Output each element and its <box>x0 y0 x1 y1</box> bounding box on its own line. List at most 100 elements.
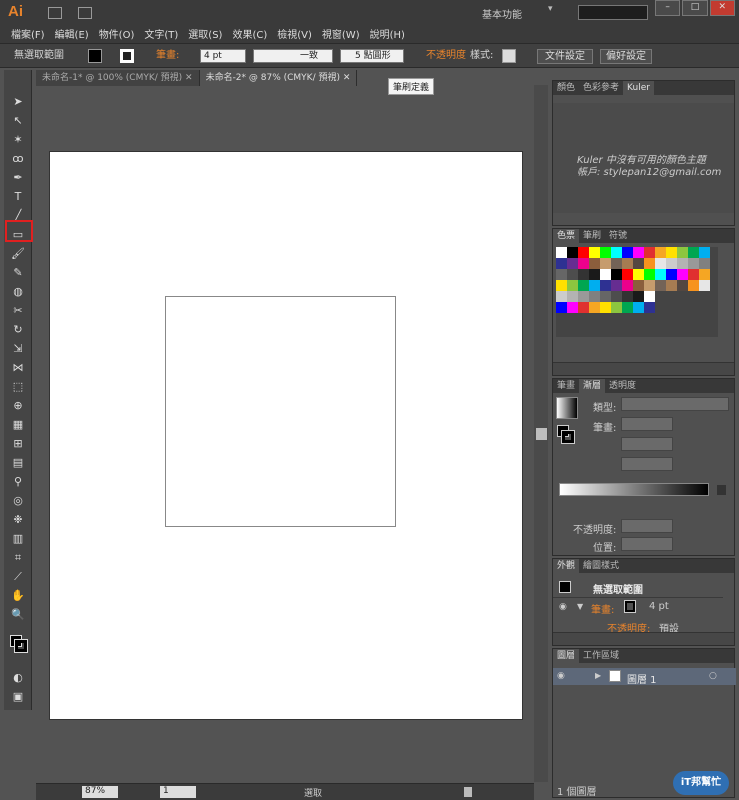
swatch[interactable] <box>567 280 578 291</box>
swatch[interactable] <box>644 269 655 280</box>
swatch[interactable] <box>666 258 677 269</box>
fill-swatch[interactable] <box>88 49 102 63</box>
opacity-label[interactable]: 不透明度 <box>426 48 466 64</box>
swatch[interactable] <box>611 258 622 269</box>
arrange-documents-icon[interactable] <box>78 7 92 19</box>
draw-mode-icon[interactable]: ◐ <box>10 670 26 686</box>
stroke-profile-dropdown[interactable]: 一致 <box>253 49 333 63</box>
swatch[interactable] <box>688 302 699 313</box>
zoom-tool-icon[interactable]: 🔍 <box>10 607 26 623</box>
appearance-stroke-swatch[interactable] <box>624 600 636 613</box>
artboard-number-field[interactable]: 1 <box>160 786 196 798</box>
tab-document-1[interactable]: 未命名-1* @ 100% (CMYK/ 預視) ✕ <box>36 70 200 86</box>
swatch[interactable] <box>677 280 688 291</box>
tab-symbols[interactable]: 符號 <box>605 229 631 243</box>
swatch[interactable] <box>633 302 644 313</box>
stroke-color-box[interactable] <box>14 639 28 653</box>
tab-brushes[interactable]: 筆刷 <box>579 229 605 243</box>
magic-wand-tool-icon[interactable]: ✶ <box>10 132 26 148</box>
rectangle-shape[interactable] <box>165 296 396 527</box>
workspace-switcher[interactable]: 基本功能 <box>482 6 542 21</box>
swatch[interactable] <box>611 302 622 313</box>
search-input[interactable] <box>578 5 648 20</box>
menu-edit[interactable]: 編輯(E) <box>50 26 94 41</box>
swatch[interactable] <box>633 269 644 280</box>
direct-selection-tool-icon[interactable]: ↖ <box>10 113 26 129</box>
swatch[interactable] <box>578 280 589 291</box>
document-setup-button[interactable]: 文件設定 <box>537 49 593 64</box>
swatch[interactable] <box>611 291 622 302</box>
swatch[interactable] <box>589 247 600 258</box>
swatch[interactable] <box>578 291 589 302</box>
swatch[interactable] <box>589 258 600 269</box>
swatch[interactable] <box>622 280 633 291</box>
style-swatch[interactable] <box>502 49 516 63</box>
swatch[interactable] <box>688 247 699 258</box>
bridge-icon[interactable] <box>48 7 62 19</box>
gradient-angle-field[interactable] <box>621 437 673 451</box>
swatch-grid[interactable] <box>556 247 718 337</box>
swatch[interactable] <box>600 302 611 313</box>
appearance-stroke-label[interactable]: 筆畫: <box>591 601 614 616</box>
menu-select[interactable]: 選取(S) <box>183 26 227 41</box>
selection-tool-icon[interactable]: ➤ <box>10 94 26 110</box>
gradient-opacity-field[interactable] <box>621 519 673 533</box>
preferences-button[interactable]: 偏好設定 <box>600 49 652 64</box>
swatch[interactable] <box>699 280 710 291</box>
swatch[interactable] <box>677 291 688 302</box>
swatch[interactable] <box>622 258 633 269</box>
scale-tool-icon[interactable]: ⇲ <box>10 341 26 357</box>
scrollbar-thumb[interactable] <box>536 428 547 440</box>
tab-appearance[interactable]: 外觀 <box>553 559 580 573</box>
tab-graphic-styles[interactable]: 繪圖樣式 <box>579 559 623 573</box>
slice-tool-icon[interactable]: ⟋ <box>10 569 26 585</box>
swatch[interactable] <box>677 269 688 280</box>
swatch[interactable] <box>589 280 600 291</box>
column-graph-tool-icon[interactable]: ▥ <box>10 531 26 547</box>
blob-brush-tool-icon[interactable]: ◍ <box>10 284 26 300</box>
tab-transparency[interactable]: 透明度 <box>605 379 640 393</box>
menu-type[interactable]: 文字(T) <box>139 26 183 41</box>
gradient-thumbnail[interactable] <box>556 397 578 419</box>
pen-tool-icon[interactable]: ✒ <box>10 170 26 186</box>
swatch[interactable] <box>611 280 622 291</box>
mesh-tool-icon[interactable]: ⊞ <box>10 436 26 452</box>
swatch[interactable] <box>567 247 578 258</box>
menu-object[interactable]: 物件(O) <box>94 26 140 41</box>
swatch[interactable] <box>589 291 600 302</box>
trash-icon[interactable] <box>717 485 726 495</box>
minimize-button[interactable]: – <box>655 0 681 16</box>
swatch[interactable] <box>600 247 611 258</box>
fill-stroke-stroke-box[interactable] <box>561 430 575 444</box>
swatch[interactable] <box>699 258 710 269</box>
swatch[interactable] <box>677 258 688 269</box>
gradient-tool-icon[interactable]: ▤ <box>10 455 26 471</box>
swatch[interactable] <box>688 269 699 280</box>
gradient-aspect-field[interactable] <box>621 457 673 471</box>
menu-file[interactable]: 檔案(F) <box>6 26 50 41</box>
brush-definition-dropdown[interactable]: 5 點圓形 <box>340 49 404 63</box>
type-tool-icon[interactable]: T <box>10 189 26 205</box>
swatch[interactable] <box>589 302 600 313</box>
horizontal-scroll-thumb[interactable] <box>464 787 472 797</box>
tab-swatches[interactable]: 色票 <box>553 229 580 243</box>
swatch[interactable] <box>666 247 677 258</box>
gradient-slider[interactable] <box>559 483 709 496</box>
close-button[interactable]: ✕ <box>709 0 735 16</box>
swatch[interactable] <box>644 247 655 258</box>
swatch[interactable] <box>567 291 578 302</box>
layer-target-icon[interactable]: ○ <box>709 671 717 681</box>
tab-color-guide[interactable]: 色彩參考 <box>579 81 623 95</box>
zoom-field[interactable]: 87% <box>82 786 118 798</box>
swatch[interactable] <box>655 269 666 280</box>
free-transform-tool-icon[interactable]: ⬚ <box>10 379 26 395</box>
swatch[interactable] <box>666 302 677 313</box>
tab-document-2[interactable]: 未命名-2* @ 87% (CMYK/ 預視) ✕ <box>199 70 358 86</box>
swatch[interactable] <box>567 269 578 280</box>
swatch[interactable] <box>600 280 611 291</box>
swatch[interactable] <box>600 291 611 302</box>
swatch[interactable] <box>688 291 699 302</box>
swatch[interactable] <box>600 258 611 269</box>
swatch[interactable] <box>655 258 666 269</box>
tab-layers[interactable]: 圖層 <box>553 649 580 663</box>
